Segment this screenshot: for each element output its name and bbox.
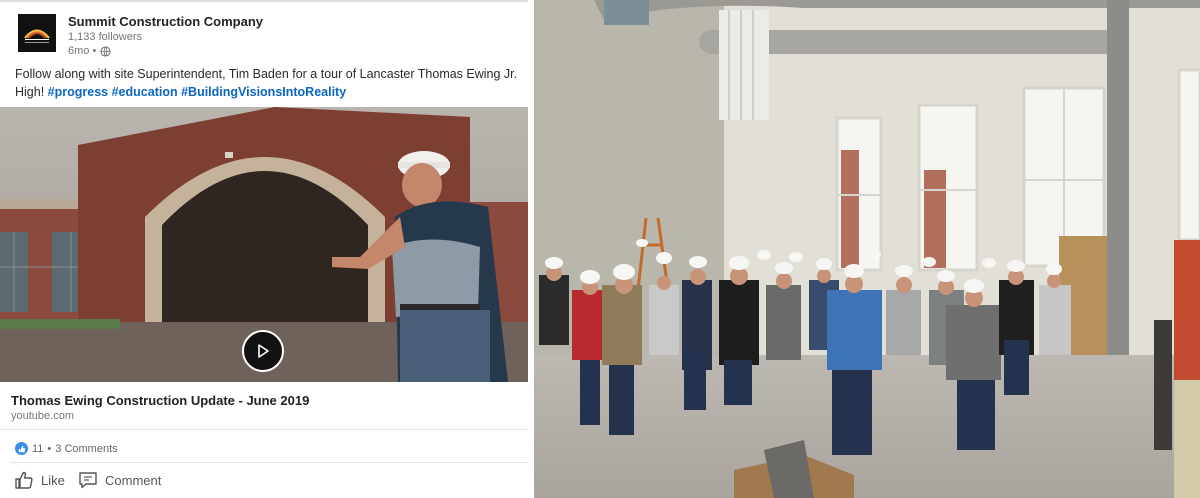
globe-icon: [100, 45, 111, 57]
social-post-card: Summit Construction Company 1,133 follow…: [0, 0, 534, 498]
divider: [0, 0, 528, 2]
like-reaction-icon: [15, 442, 28, 455]
link-preview-title[interactable]: Thomas Ewing Construction Update - June …: [11, 393, 309, 408]
comment-button[interactable]: Comment: [78, 470, 161, 490]
link-preview-domain: youtube.com: [11, 410, 74, 422]
reactions-summary[interactable]: 11 • 3 Comments: [15, 442, 118, 455]
thumbs-up-icon: [15, 471, 33, 489]
divider: [10, 462, 528, 463]
follower-count: 1,133 followers: [68, 31, 142, 43]
comments-count[interactable]: 3 Comments: [55, 443, 117, 455]
company-logo[interactable]: [18, 14, 56, 52]
time-ago: 6mo •: [68, 45, 97, 57]
site-tour-photo: [534, 0, 1200, 498]
company-name[interactable]: Summit Construction Company: [68, 14, 263, 29]
play-button[interactable]: [242, 330, 284, 372]
like-button[interactable]: Like: [14, 470, 65, 490]
post-body: Follow along with site Superintendent, T…: [15, 65, 520, 101]
hashtag-link[interactable]: #progress: [48, 85, 108, 99]
video-thumbnail[interactable]: [0, 107, 528, 382]
post-timestamp: 6mo •: [68, 45, 111, 57]
hashtag-link[interactable]: #BuildingVisionsIntoReality: [181, 85, 346, 99]
play-icon: [258, 344, 269, 358]
reaction-count[interactable]: 11: [32, 443, 43, 455]
comment-label: Comment: [105, 472, 162, 488]
divider: [0, 429, 528, 430]
separator: •: [47, 442, 52, 455]
hashtag-link[interactable]: #education: [112, 85, 178, 99]
like-label: Like: [41, 472, 65, 488]
comment-icon: [79, 472, 97, 489]
